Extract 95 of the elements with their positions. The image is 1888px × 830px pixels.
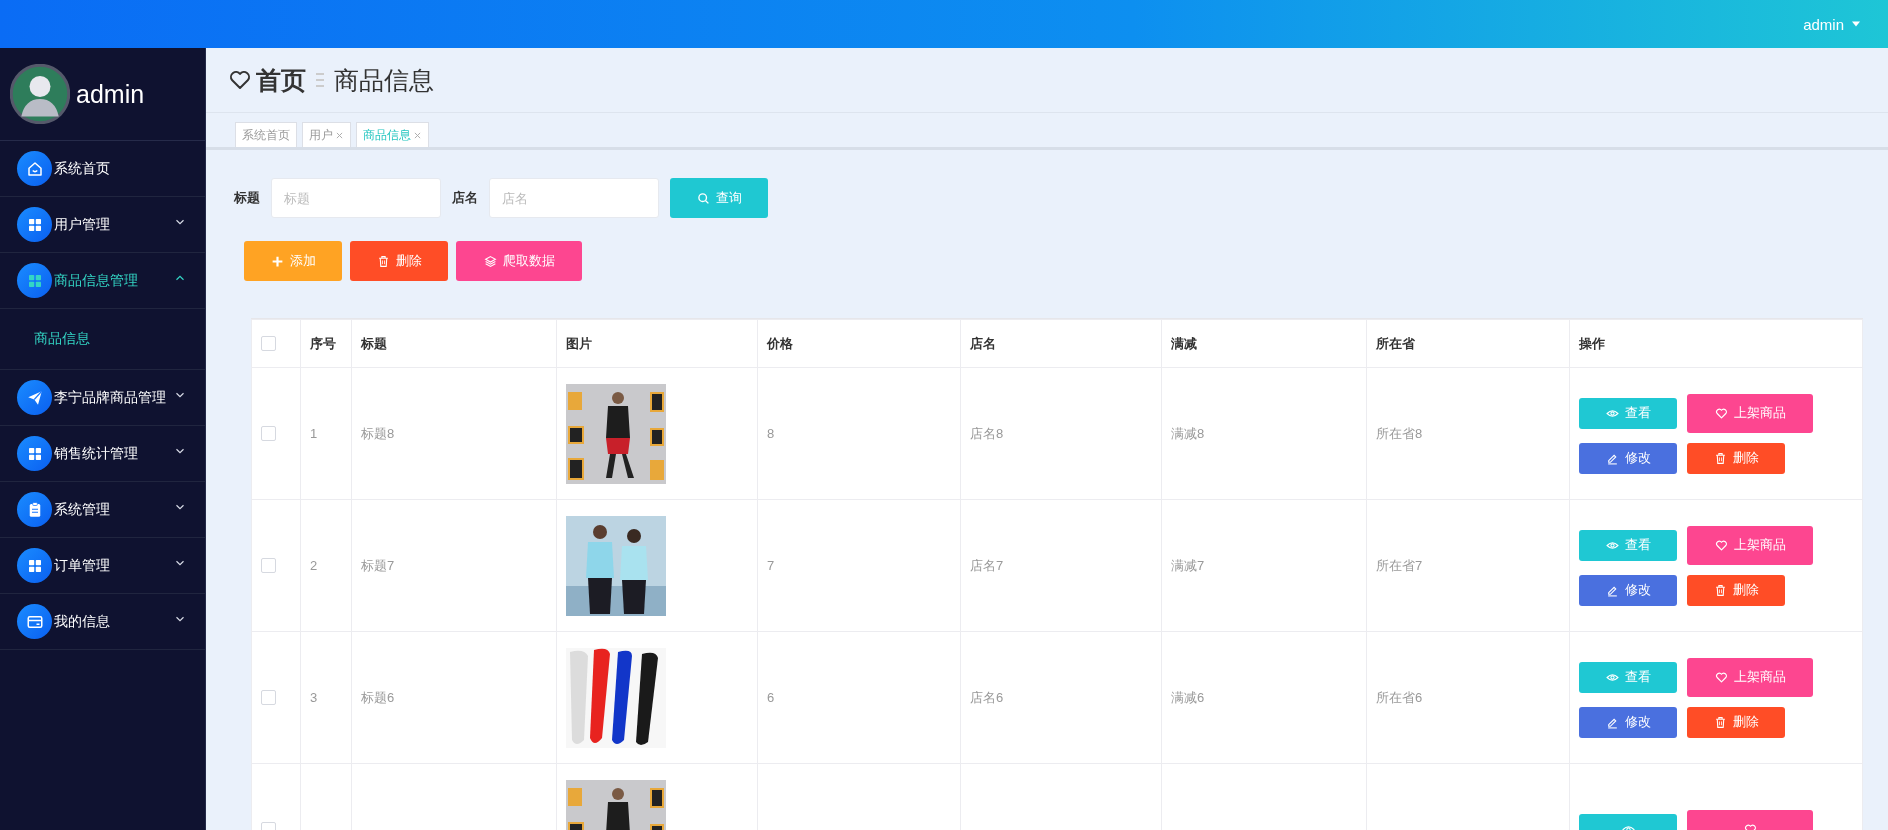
grid-icon bbox=[17, 263, 52, 298]
grid-icon bbox=[17, 207, 52, 242]
table-cell: 所在省6 bbox=[1376, 689, 1423, 705]
trash-icon bbox=[1713, 583, 1727, 597]
plus-icon bbox=[270, 254, 284, 268]
table-cell: 7 bbox=[767, 558, 775, 573]
menu-item[interactable]: 销售统计管理 bbox=[0, 426, 205, 482]
table-cell: 6 bbox=[767, 690, 775, 705]
table-cell: 1 bbox=[310, 426, 318, 441]
row-checkbox[interactable] bbox=[261, 426, 276, 441]
menu-item[interactable]: 系统首页 bbox=[0, 141, 205, 197]
crawl-button[interactable]: 爬取数据 bbox=[456, 241, 582, 281]
trash-icon bbox=[1713, 715, 1727, 729]
column-header: 所在省 bbox=[1376, 335, 1415, 351]
search-field[interactable]: 标题 bbox=[271, 178, 441, 218]
heart-icon bbox=[1714, 406, 1728, 420]
view-button[interactable]: 查看 bbox=[1579, 661, 1677, 693]
heart-icon bbox=[1714, 538, 1728, 552]
table-cell: 店名6 bbox=[970, 689, 1004, 705]
menu-label: 系统管理 bbox=[54, 500, 110, 519]
menu-label: 销售统计管理 bbox=[54, 444, 138, 463]
table-cell: 店名7 bbox=[970, 557, 1004, 573]
menu-item[interactable]: 李宁品牌商品管理 bbox=[0, 370, 205, 426]
table-cell: 店名8 bbox=[970, 425, 1004, 441]
separator-icon bbox=[316, 72, 324, 88]
field-label: 标题 bbox=[234, 189, 260, 207]
search-field[interactable]: 店名 bbox=[489, 178, 659, 218]
table-cell: 3 bbox=[310, 690, 318, 705]
menu-item[interactable]: 我的信息 bbox=[0, 594, 205, 650]
menu-label: 用户管理 bbox=[54, 215, 110, 234]
delete-button[interactable]: 删除 bbox=[1687, 442, 1785, 474]
menu-item[interactable]: 订单管理 bbox=[0, 538, 205, 594]
edit-button[interactable]: 修改 bbox=[1579, 706, 1677, 738]
delete-button[interactable]: 删除 bbox=[350, 241, 448, 281]
column-header: 序号 bbox=[310, 335, 336, 351]
list-product-button[interactable]: 上架商品 bbox=[1687, 393, 1813, 433]
field-label: 店名 bbox=[452, 189, 478, 207]
search-button[interactable]: 查询 bbox=[670, 178, 768, 218]
table-cell: 2 bbox=[310, 558, 318, 573]
edit-button[interactable]: 修改 bbox=[1579, 442, 1677, 474]
breadcrumb-link[interactable]: 首页 bbox=[256, 63, 306, 97]
table-cell: 满减6 bbox=[1171, 689, 1205, 705]
grid-icon bbox=[17, 548, 52, 583]
menu-item[interactable]: 用户管理 bbox=[0, 197, 205, 253]
view-button[interactable]: 查看 bbox=[1579, 397, 1677, 429]
column-header: 店名 bbox=[970, 335, 996, 351]
paper-plane-icon bbox=[17, 380, 52, 415]
tab[interactable]: 用户 bbox=[302, 122, 351, 147]
menu-label: 商品信息管理 bbox=[54, 271, 138, 290]
clipboard-icon bbox=[17, 492, 52, 527]
list-product-button[interactable]: 上架商品 bbox=[1687, 657, 1813, 697]
home-icon bbox=[17, 151, 52, 186]
column-header: 标题 bbox=[361, 335, 387, 351]
menu-label: 我的信息 bbox=[54, 612, 110, 631]
layers-icon bbox=[483, 254, 497, 268]
tab[interactable]: 系统首页 bbox=[235, 122, 297, 147]
column-header: 满减 bbox=[1171, 335, 1197, 351]
trash-icon bbox=[1713, 451, 1727, 465]
select-all-checkbox[interactable] bbox=[261, 336, 276, 351]
search-icon bbox=[696, 191, 710, 205]
edit-button[interactable]: 修改 bbox=[1579, 574, 1677, 606]
table-cell: 满减7 bbox=[1171, 557, 1205, 573]
delete-button[interactable]: 删除 bbox=[1687, 706, 1785, 738]
column-header: 价格 bbox=[767, 335, 793, 351]
row-checkbox[interactable] bbox=[261, 690, 276, 705]
avatar bbox=[10, 64, 70, 124]
column-header: 操作 bbox=[1579, 335, 1605, 351]
table-cell: 所在省8 bbox=[1376, 425, 1423, 441]
trash-icon bbox=[376, 254, 390, 268]
user-name: admin bbox=[76, 79, 145, 109]
page-title: 商品信息 bbox=[334, 64, 434, 96]
row-checkbox[interactable] bbox=[261, 558, 276, 573]
table-cell: 标题6 bbox=[361, 689, 395, 705]
delete-button[interactable]: 删除 bbox=[1687, 574, 1785, 606]
user-menu[interactable]: admin bbox=[1799, 13, 1866, 35]
list-product-button[interactable]: 上架商品 bbox=[1687, 525, 1813, 565]
wallet-icon bbox=[17, 604, 52, 639]
table-cell: 满减8 bbox=[1171, 425, 1205, 441]
table-cell: 标题8 bbox=[361, 425, 395, 441]
heart-icon bbox=[1714, 670, 1728, 684]
table-cell: 标题7 bbox=[361, 557, 395, 573]
table-cell: 所在省7 bbox=[1376, 557, 1423, 573]
heart-icon bbox=[228, 68, 252, 92]
submenu-item[interactable]: 商品信息 bbox=[0, 309, 205, 370]
menu-item[interactable]: 系统管理 bbox=[0, 482, 205, 538]
menu-label: 订单管理 bbox=[54, 556, 110, 575]
grid-icon bbox=[17, 436, 52, 471]
view-button[interactable]: 查看 bbox=[1579, 529, 1677, 561]
menu-label: 系统首页 bbox=[54, 159, 110, 178]
add-button[interactable]: 添加 bbox=[244, 241, 342, 281]
menu-label: 李宁品牌商品管理 bbox=[54, 388, 166, 407]
menu-item[interactable]: 商品信息管理 bbox=[0, 253, 205, 309]
column-header: 图片 bbox=[566, 335, 592, 351]
tab[interactable]: 商品信息 bbox=[356, 122, 429, 147]
table-cell: 8 bbox=[767, 426, 775, 441]
